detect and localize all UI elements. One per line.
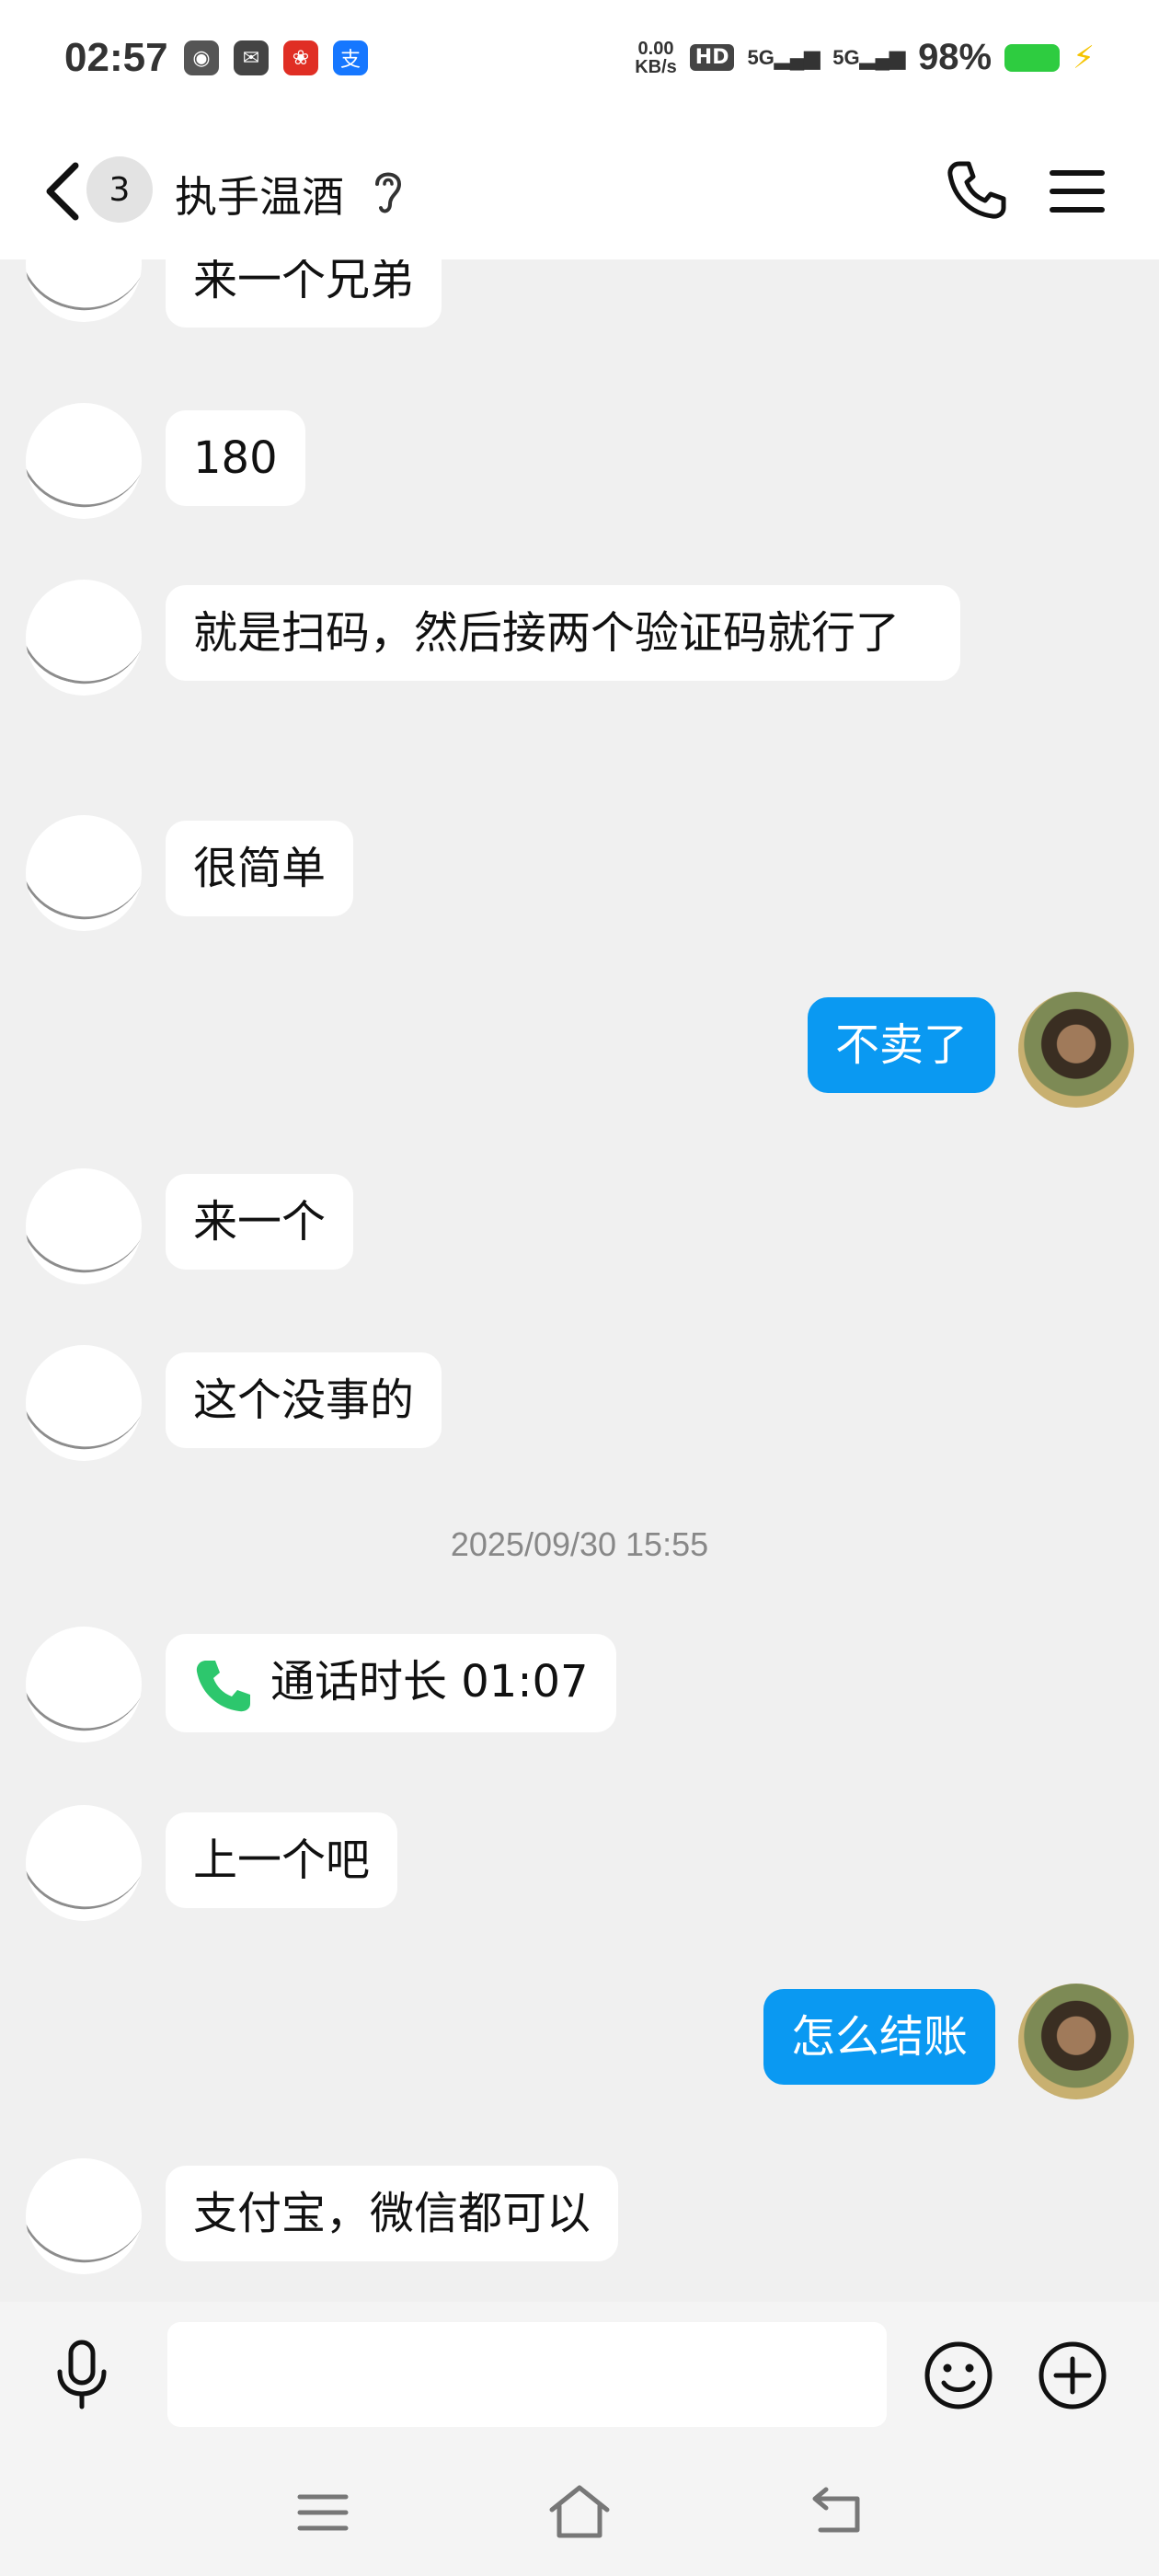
app-icon: ◉ <box>184 40 219 75</box>
menu-icon[interactable] <box>1049 164 1106 219</box>
ear-icon <box>375 172 402 213</box>
my-avatar[interactable] <box>1018 992 1134 1108</box>
contact-avatar[interactable] <box>26 1805 142 1921</box>
contact-avatar[interactable] <box>26 815 142 931</box>
message-bubble-incoming[interactable]: 来一个兄弟 <box>166 259 442 328</box>
contact-avatar[interactable] <box>26 580 142 696</box>
recent-apps-icon[interactable] <box>294 2490 351 2536</box>
message-bubble-incoming[interactable]: 上一个吧 <box>166 1812 398 1908</box>
hd-icon: HD <box>689 44 735 71</box>
contact-avatar[interactable] <box>26 1168 142 1284</box>
chat-messages[interactable]: 来一个兄弟 180 就是扫码，然后接两个验证码就行了 很简单 不卖了 来一个 这… <box>0 259 1159 2302</box>
status-time: 02:57 <box>64 35 168 80</box>
message-bubble-outgoing[interactable]: 怎么结账 <box>763 1989 995 2085</box>
message-bubble-incoming[interactable]: 支付宝，微信都可以 <box>166 2166 619 2261</box>
phone-call-icon <box>196 1661 250 1712</box>
status-right: 0.00 KB/s HD 5G▂▄▆ 5G▂▄▆ 98% ⚡ <box>635 37 1095 78</box>
my-avatar[interactable] <box>1018 1984 1134 2099</box>
microphone-icon[interactable] <box>52 2339 112 2412</box>
battery-percent: 98% <box>918 37 993 77</box>
status-bar: 02:57 ◉ ✉ ❀ 支 0.00 KB/s HD 5G▂▄▆ 5G▂▄▆ 9… <box>0 0 1159 129</box>
charging-icon: ⚡ <box>1073 39 1095 76</box>
message-bubble-incoming[interactable]: 180 <box>166 410 305 506</box>
chat-title: 执手温酒 <box>175 172 344 222</box>
notification-icons: ◉ ✉ ❀ 支 <box>184 40 368 75</box>
unread-count-badge[interactable]: 3 <box>86 156 153 223</box>
contact-avatar[interactable] <box>26 403 142 519</box>
phone-call-button[interactable] <box>943 156 1009 223</box>
mail-icon: ✉ <box>234 40 269 75</box>
message-timestamp: 2025/09/30 15:55 <box>450 1525 709 1563</box>
message-bubble-incoming[interactable]: 来一个 <box>166 1174 354 1270</box>
contact-avatar[interactable] <box>26 1627 142 1742</box>
contact-avatar[interactable] <box>26 2158 142 2274</box>
alipay-icon: 支 <box>333 40 368 75</box>
input-bar <box>0 2302 1159 2449</box>
message-bubble-incoming[interactable]: 就是扫码，然后接两个验证码就行了 <box>166 585 960 681</box>
signal-icon-1: 5G▂▄▆ <box>747 45 820 69</box>
chat-header: 3 执手温酒 <box>0 129 1159 259</box>
back-arrow-icon[interactable] <box>37 155 92 228</box>
call-duration-text: 通话时长 01:07 <box>270 1656 589 1708</box>
emoji-icon[interactable] <box>922 2339 995 2412</box>
battery-icon <box>1004 43 1061 72</box>
contact-avatar[interactable] <box>26 1345 142 1461</box>
message-bubble-outgoing[interactable]: 不卖了 <box>807 997 995 1093</box>
system-nav-bar <box>0 2449 1159 2576</box>
back-icon[interactable] <box>809 2484 866 2537</box>
message-input[interactable] <box>167 2322 887 2427</box>
net-speed: 0.00 KB/s <box>635 38 677 77</box>
message-bubble-incoming[interactable]: 很简单 <box>166 821 354 916</box>
pinduoduo-icon: ❀ <box>283 40 318 75</box>
signal-icon-2: 5G▂▄▆ <box>832 45 906 69</box>
home-icon[interactable] <box>546 2482 613 2541</box>
call-record-bubble[interactable]: 通话时长 01:07 <box>166 1634 616 1732</box>
message-bubble-incoming[interactable]: 这个没事的 <box>166 1352 442 1448</box>
plus-icon[interactable] <box>1036 2339 1109 2412</box>
contact-avatar[interactable] <box>26 259 142 322</box>
